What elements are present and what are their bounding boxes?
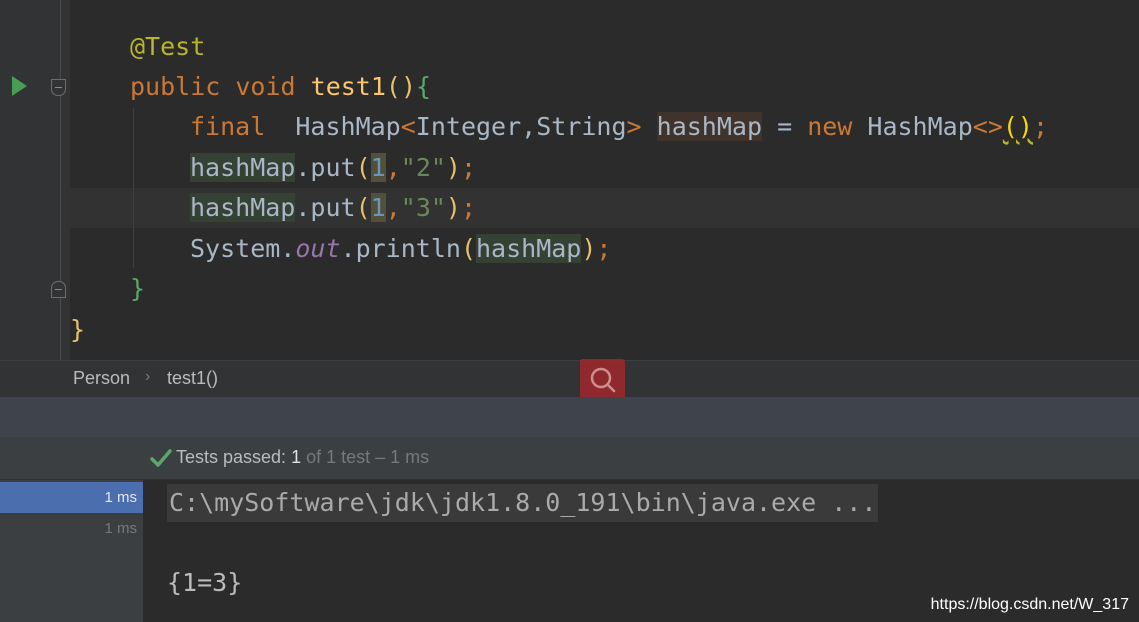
breadcrumb: Person › test1() (0, 359, 1139, 401)
string-token: "2" (400, 153, 446, 182)
gutter-divider (60, 0, 61, 360)
tests-status-text: Tests passed: 1 of 1 test – 1 ms (176, 447, 429, 468)
string-token: "3" (400, 193, 446, 222)
number-token: 1 (370, 193, 386, 222)
test-tree: 1 ms 1 ms (0, 480, 143, 622)
code-line-put-2[interactable]: hashMap.put(1,"3"); (190, 188, 476, 228)
type-token: HashMap (295, 112, 401, 141)
static-field-token: out (295, 234, 341, 263)
breadcrumb-method[interactable]: test1() (167, 368, 218, 389)
variable-token: hashMap (190, 153, 296, 182)
code-line-declaration[interactable]: final HashMap<Integer,String> hashMap = … (190, 107, 1048, 147)
operator-token: = (777, 112, 793, 141)
method-call-token: .put (295, 153, 356, 182)
code-line-close-method[interactable]: } (130, 269, 145, 309)
code-line-close-class[interactable]: } (70, 310, 85, 350)
diamond-token: <> (972, 112, 1003, 141)
code-line-method-decl[interactable]: public void test1(){ (130, 67, 431, 107)
code-editor[interactable]: @Test public void test1(){ final HashMap… (0, 0, 1139, 360)
brace-token: { (416, 72, 432, 101)
console-command-line: C:\mySoftware\jdk\jdk1.8.0_191\bin\java.… (167, 484, 879, 522)
method-call-token: .println (340, 234, 461, 263)
paren-token: () (1002, 112, 1033, 141)
keyword-token: final (190, 112, 266, 141)
brace-token: } (70, 315, 86, 344)
number-token: 1 (370, 153, 386, 182)
watermark: https://blog.csdn.net/W_317 (930, 596, 1129, 613)
test-tree-row[interactable]: 1 ms (0, 513, 143, 544)
console-output-line: {1=3} (167, 568, 243, 597)
generic-args-token: Integer,String (415, 112, 627, 141)
run-tool-window-header[interactable] (0, 397, 1139, 437)
variable-token: hashMap (476, 234, 582, 263)
brace-token: } (130, 274, 146, 303)
console-output[interactable]: C:\mySoftware\jdk\jdk1.8.0_191\bin\java.… (143, 480, 1139, 622)
code-line-annotation[interactable]: @Test (130, 27, 205, 67)
type-token: HashMap (867, 112, 973, 141)
annotation-token: @Test (130, 32, 206, 61)
status-prefix: Tests passed: (176, 447, 292, 467)
keyword-token: void (235, 72, 296, 101)
method-call-token: .put (295, 193, 356, 222)
variable-token: hashMap (656, 112, 762, 141)
breadcrumb-class[interactable]: Person (73, 368, 130, 389)
fold-icon[interactable] (51, 281, 66, 298)
generic-token: > (626, 112, 642, 141)
run-test-icon[interactable] (12, 76, 27, 96)
status-count: 1 (291, 447, 302, 467)
status-detail: of 1 test – 1 ms (301, 447, 430, 467)
indent-guide (133, 108, 134, 268)
fold-icon[interactable] (51, 79, 66, 96)
breadcrumb-separator: › (145, 368, 151, 385)
search-button[interactable] (580, 359, 625, 401)
check-icon (150, 449, 172, 467)
class-token: System. (190, 234, 296, 263)
code-line-put-1[interactable]: hashMap.put(1,"2"); (190, 148, 476, 188)
search-icon (590, 367, 616, 393)
method-name-token: test1 (310, 72, 386, 101)
keyword-token: public (130, 72, 221, 101)
keyword-token: new (807, 112, 853, 141)
generic-token: < (400, 112, 416, 141)
test-tree-row[interactable]: 1 ms (0, 482, 143, 513)
variable-token: hashMap (190, 193, 296, 222)
paren-token: () (385, 72, 417, 101)
semicolon-token: ; (1032, 112, 1049, 141)
test-status-bar: Tests passed: 1 of 1 test – 1 ms (0, 437, 1139, 480)
code-line-println[interactable]: System.out.println(hashMap); (190, 229, 611, 269)
